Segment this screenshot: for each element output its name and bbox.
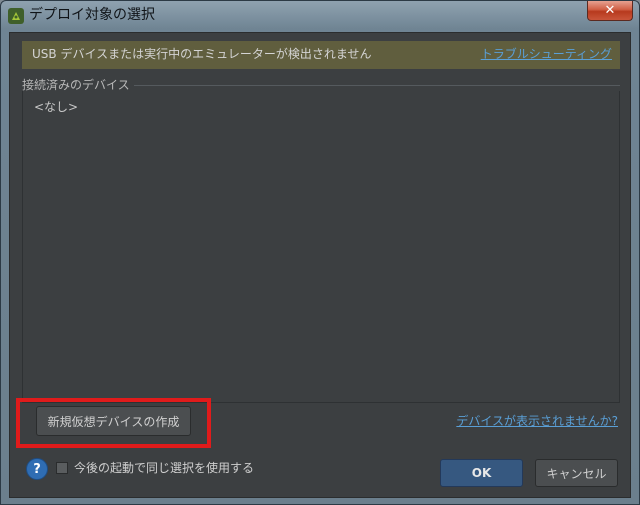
reuse-selection-label[interactable]: 今後の起動で同じ選択を使用する (74, 460, 254, 476)
connected-device-list[interactable] (22, 91, 620, 403)
devices-not-shown-link[interactable]: デバイスが表示されませんか? (456, 413, 618, 429)
dialog-content: USB デバイスまたは実行中のエミュレーターが検出されません トラブルシューティ… (9, 32, 631, 498)
ok-button[interactable]: OK (440, 459, 523, 487)
no-device-warning-banner: USB デバイスまたは実行中のエミュレーターが検出されません トラブルシューティ… (22, 41, 620, 69)
cancel-button[interactable]: キャンセル (535, 459, 618, 487)
troubleshooting-link[interactable]: トラブルシューティング (481, 46, 612, 63)
deploy-target-dialog: デプロイ対象の選択 ✕ USB デバイスまたは実行中のエミュレーターが検出されま… (0, 0, 640, 505)
create-virtual-device-button[interactable]: 新規仮想デバイスの作成 (36, 406, 191, 436)
close-icon: ✕ (604, 3, 616, 18)
help-icon[interactable]: ? (26, 458, 48, 480)
group-divider (125, 85, 620, 86)
title-bar[interactable]: デプロイ対象の選択 ✕ (1, 1, 639, 31)
android-studio-icon (8, 8, 24, 24)
warning-text: USB デバイスまたは実行中のエミュレーターが検出されません (32, 47, 372, 61)
close-button[interactable]: ✕ (587, 1, 633, 21)
reuse-selection-checkbox[interactable] (56, 462, 68, 474)
empty-device-placeholder: <なし> (34, 100, 79, 114)
window-title: デプロイ対象の選択 (29, 7, 155, 23)
